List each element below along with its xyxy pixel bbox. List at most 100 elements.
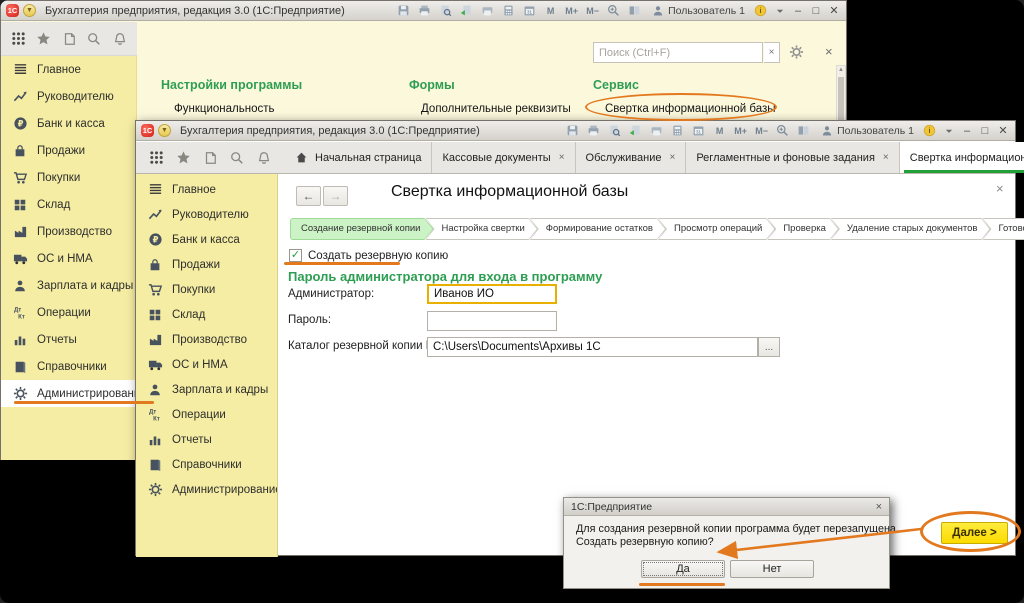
sidebar-item-warehouse-grid[interactable]: Склад: [136, 302, 277, 327]
sidebar-item-truck[interactable]: ОС и НМА: [136, 352, 277, 377]
calculator-icon[interactable]: [670, 123, 685, 138]
user-chip[interactable]: Пользователь 1: [819, 123, 914, 138]
tab-maintenance[interactable]: Обслуживание ×: [576, 142, 687, 173]
close-button[interactable]: ✕: [996, 124, 1010, 138]
split-view-icon[interactable]: [627, 3, 642, 18]
sidebar-item-menu-lines[interactable]: Главное: [1, 56, 136, 83]
search-clear-button[interactable]: ×: [764, 42, 780, 63]
zoom-icon[interactable]: [775, 123, 790, 138]
sidebar-item-gear[interactable]: Администрирование: [1, 380, 136, 407]
sidebar-item-sales-bag[interactable]: Продажи: [1, 137, 136, 164]
history-scroll-icon[interactable]: [202, 149, 219, 166]
administrator-field[interactable]: [427, 284, 557, 304]
tab-close-icon[interactable]: ×: [669, 152, 675, 163]
link-additional-attributes[interactable]: Дополнительные реквизиты: [421, 103, 571, 115]
sidebar-item-shopping-cart[interactable]: Покупки: [136, 277, 277, 302]
minimize-button[interactable]: –: [960, 124, 974, 138]
sidebar-item-factory[interactable]: Производство: [136, 327, 277, 352]
scrollbar-up-icon[interactable]: ▲: [837, 67, 845, 73]
sidebar-item-book[interactable]: Справочники: [136, 452, 277, 477]
tab-scheduled-jobs[interactable]: Регламентные и фоновые задания ×: [686, 142, 899, 173]
print-preview-icon[interactable]: [438, 3, 453, 18]
sidebar-item-truck[interactable]: ОС и НМА: [1, 245, 136, 272]
titlebar-dropdown-icon[interactable]: [772, 3, 787, 18]
next-button[interactable]: Далее >: [941, 522, 1008, 544]
sidebar-item-trend-chart[interactable]: Руководителю: [136, 202, 277, 227]
sidebar-item-person[interactable]: Зарплата и кадры: [1, 272, 136, 299]
nav-forward-button[interactable]: →: [323, 186, 348, 206]
backup-dir-field[interactable]: [427, 337, 758, 357]
sidebar-item-menu-lines[interactable]: Главное: [136, 177, 277, 202]
send-document-icon[interactable]: [459, 3, 474, 18]
tab-close-icon[interactable]: ×: [883, 152, 889, 163]
minimize-button[interactable]: –: [791, 4, 805, 18]
close-button[interactable]: ✕: [827, 4, 841, 18]
split-view-icon[interactable]: [796, 123, 811, 138]
tab-home[interactable]: Начальная страница: [284, 142, 432, 173]
main-menu-dropdown-icon[interactable]: ▼: [158, 124, 171, 137]
tab-cash-documents[interactable]: Кассовые документы ×: [432, 142, 575, 173]
panel-close-icon[interactable]: ×: [825, 44, 833, 59]
search-icon[interactable]: [228, 149, 245, 166]
yes-button[interactable]: Да: [641, 560, 725, 578]
zoom-icon[interactable]: [606, 3, 621, 18]
sidebar-item-person[interactable]: Зарплата и кадры: [136, 377, 277, 402]
tab-infobase-rollup[interactable]: Свертка информационной базы ×: [900, 142, 1024, 173]
sidebar-item-gear[interactable]: Администрирование: [136, 477, 277, 502]
maximize-button[interactable]: □: [809, 4, 823, 18]
calendar-icon[interactable]: 31: [691, 123, 706, 138]
memory-m-plus-icon[interactable]: M+: [733, 123, 748, 138]
search-icon[interactable]: [86, 30, 103, 47]
sidebar-item-factory[interactable]: Производство: [1, 218, 136, 245]
nav-back-button[interactable]: ←: [296, 186, 321, 206]
print-settings-icon[interactable]: [480, 3, 495, 18]
print-icon[interactable]: [586, 123, 601, 138]
print-settings-icon[interactable]: [649, 123, 664, 138]
sidebar-item-warehouse-grid[interactable]: Склад: [1, 191, 136, 218]
sidebar-item-ruble-circle[interactable]: ₽Банк и касса: [136, 227, 277, 252]
send-document-icon[interactable]: [628, 123, 643, 138]
sidebar-item-bar-chart[interactable]: Отчеты: [1, 326, 136, 353]
main-menu-dropdown-icon[interactable]: ▼: [23, 4, 36, 17]
info-icon[interactable]: i: [753, 3, 768, 18]
info-icon[interactable]: i: [922, 123, 937, 138]
dialog-close-icon[interactable]: ×: [876, 501, 882, 513]
sidebar-item-bar-chart[interactable]: Отчеты: [136, 427, 277, 452]
calendar-icon[interactable]: 31: [522, 3, 537, 18]
print-preview-icon[interactable]: [607, 123, 622, 138]
maximize-button[interactable]: □: [978, 124, 992, 138]
settings-gear-icon[interactable]: [789, 44, 804, 59]
favorites-star-icon[interactable]: [175, 149, 192, 166]
apps-menu-icon[interactable]: [148, 149, 165, 166]
search-input[interactable]: [593, 42, 763, 63]
link-functionality[interactable]: Функциональность: [174, 103, 275, 115]
apps-menu-icon[interactable]: [10, 30, 27, 47]
sidebar-item-dt-kt[interactable]: ДтКтОперации: [1, 299, 136, 326]
memory-m-minus-icon[interactable]: M−: [585, 3, 600, 18]
calculator-icon[interactable]: [501, 3, 516, 18]
memory-m-icon[interactable]: M: [712, 123, 727, 138]
titlebar-dropdown-icon[interactable]: [941, 123, 956, 138]
sidebar-item-trend-chart[interactable]: Руководителю: [1, 83, 136, 110]
memory-m-icon[interactable]: M: [543, 3, 558, 18]
sidebar-item-sales-bag[interactable]: Продажи: [136, 252, 277, 277]
history-scroll-icon[interactable]: [61, 30, 78, 47]
sidebar-item-shopping-cart[interactable]: Покупки: [1, 164, 136, 191]
print-icon[interactable]: [417, 3, 432, 18]
password-field[interactable]: [427, 311, 557, 331]
no-button[interactable]: Нет: [730, 560, 814, 578]
save-icon[interactable]: [396, 3, 411, 18]
notifications-bell-icon[interactable]: [255, 149, 272, 166]
save-icon[interactable]: [565, 123, 580, 138]
sidebar-item-dt-kt[interactable]: ДтКтОперации: [136, 402, 277, 427]
browse-button[interactable]: ...: [758, 337, 780, 357]
favorites-star-icon[interactable]: [35, 30, 52, 47]
sidebar-item-book[interactable]: Справочники: [1, 353, 136, 380]
link-infobase-rollup[interactable]: Свертка информационной базы: [605, 103, 776, 115]
user-chip[interactable]: Пользователь 1: [650, 3, 745, 18]
page-close-icon[interactable]: ×: [996, 181, 1004, 196]
create-backup-checkbox[interactable]: ✓: [289, 249, 302, 262]
memory-m-minus-icon[interactable]: M−: [754, 123, 769, 138]
tab-close-icon[interactable]: ×: [559, 152, 565, 163]
notifications-bell-icon[interactable]: [111, 30, 128, 47]
